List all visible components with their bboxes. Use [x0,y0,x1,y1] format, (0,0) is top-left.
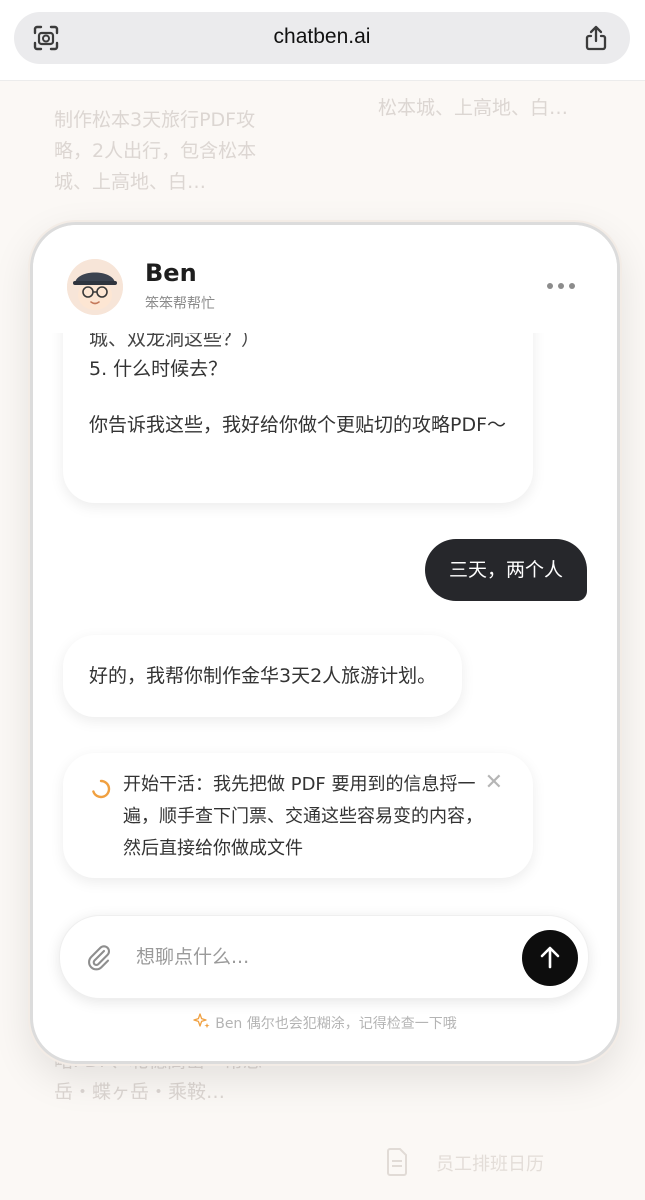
paperclip-icon[interactable] [84,942,114,972]
chat-input-box[interactable] [59,915,589,999]
message-input[interactable] [134,936,488,978]
chat-window: Ben 笨笨帮帮忙 城、双龙洞这些？） 5. 什么时候去？ 你告诉我这些，我好给… [30,222,620,1064]
browser-top-bar: chatben.ai [0,0,645,81]
bot-subtitle: 笨笨帮帮忙 [145,296,215,312]
avatar [67,259,123,315]
address-bar[interactable]: chatben.ai [14,12,630,64]
sparkle-icon [193,1013,210,1029]
document-icon [387,1148,407,1176]
bot-message: 城、双龙洞这些？） 5. 什么时候去？ 你告诉我这些，我好给你做个更贴切的攻略P… [63,333,533,503]
user-message: 三天，两个人 [424,539,587,601]
disclaimer: Ben 偶尔也会犯糊涂，记得检查一下哦 [33,1012,617,1033]
message-list[interactable]: 城、双龙洞这些？） 5. 什么时候去？ 你告诉我这些，我好给你做个更贴切的攻略P… [33,333,617,893]
background-prompt-card-right: 松本城、上高地、白… [378,97,569,119]
bot-avatar-illustration [67,259,123,315]
close-icon[interactable]: ✕ [485,771,503,795]
bot-message-clipped-line: 城、双龙洞这些？） [89,333,261,350]
bot-message-line: 你告诉我这些，我好给你做个更贴切的攻略PDF～ [89,414,507,436]
background-doc-label: 员工排班日历 [436,1154,544,1175]
url-text[interactable]: chatben.ai [14,25,630,49]
status-card: 开始干活：我先把做 PDF 要用到的信息捋一遍，顺手查下门票、交通这些容易变的内… [63,753,533,878]
status-text: 开始干活：我先把做 PDF 要用到的信息捋一遍，顺手查下门票、交通这些容易变的内… [123,774,483,859]
send-button[interactable] [522,930,578,986]
more-dots-icon[interactable] [547,281,577,293]
loading-spinner-icon [92,779,111,799]
bot-name: Ben [145,259,197,287]
bot-message-line: 5. 什么时候去？ [89,358,228,380]
arrow-up-icon [540,946,560,969]
chat-header: Ben 笨笨帮帮忙 [33,225,617,333]
share-icon[interactable] [582,24,610,52]
bot-message: 好的，我帮你制作金华3天2人旅游计划。 [63,635,463,717]
disclaimer-text: Ben 偶尔也会犯糊涂，记得检查一下哦 [215,1016,457,1032]
background-prompt-card: 制作松本3天旅行PDF攻略，2人出行，包含松本城、上高地、白… [54,109,257,193]
